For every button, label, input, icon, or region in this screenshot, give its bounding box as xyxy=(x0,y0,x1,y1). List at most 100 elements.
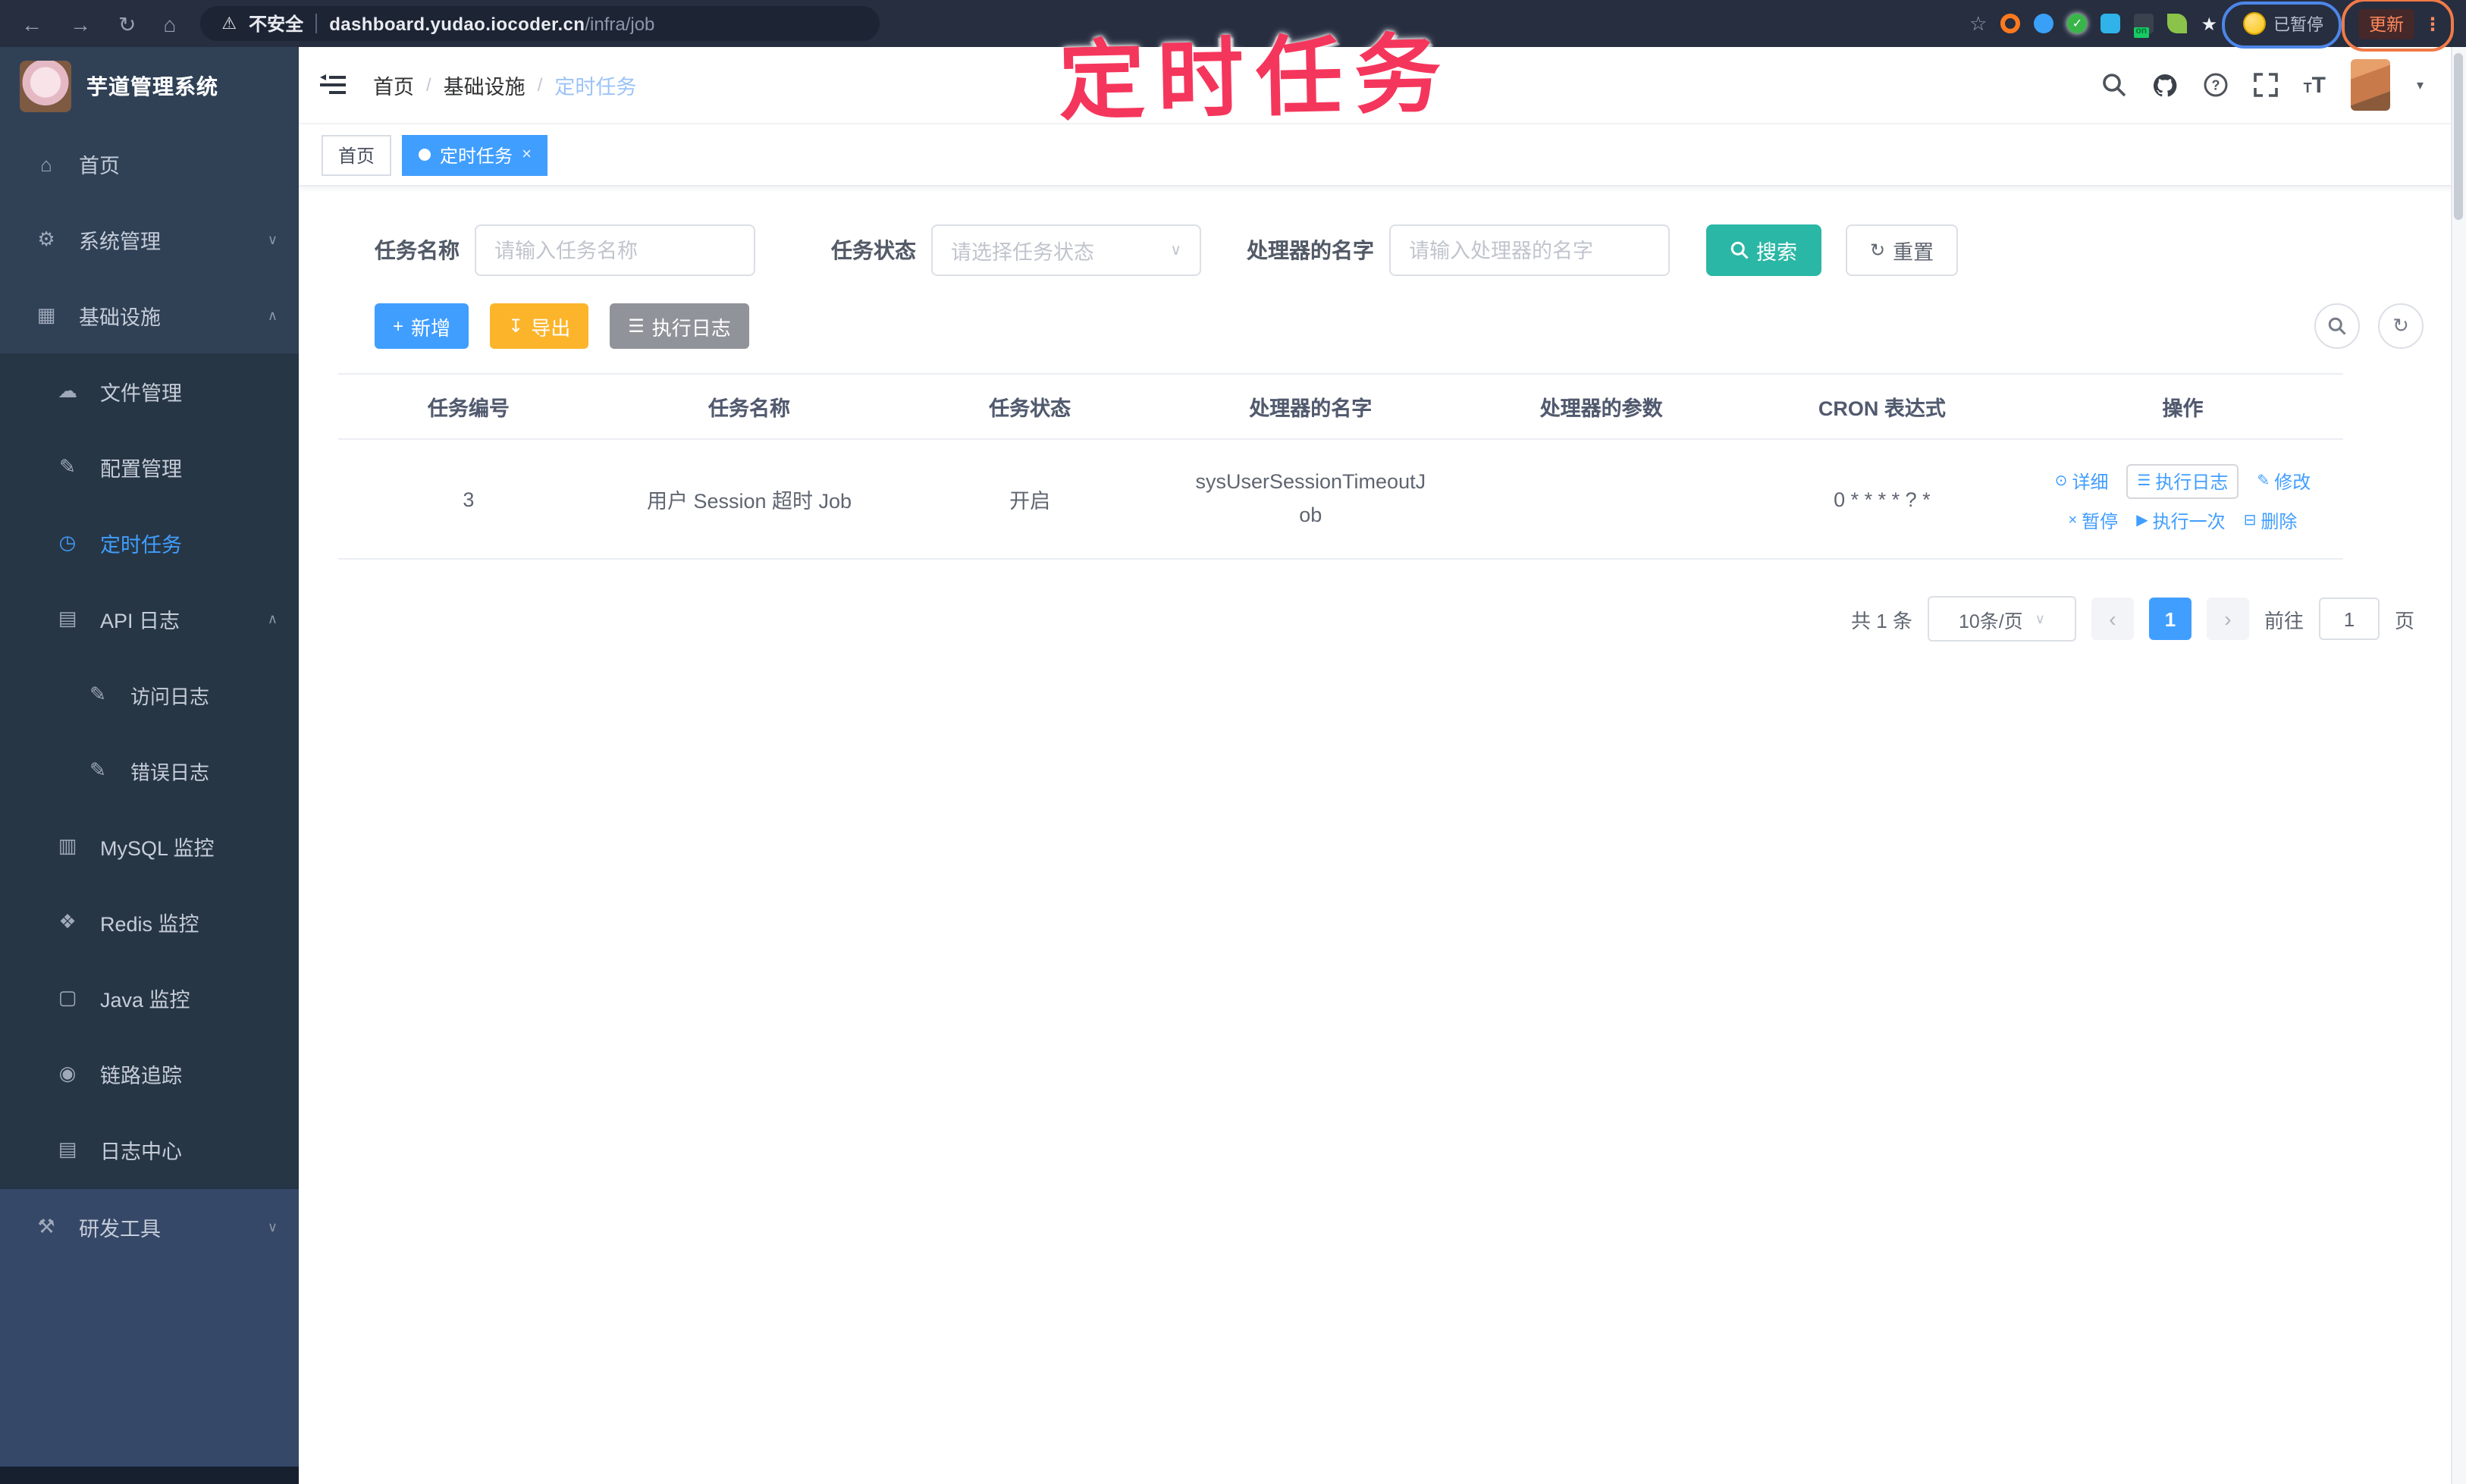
page-scrollbar[interactable] xyxy=(2451,47,2466,1484)
search-icon xyxy=(1730,241,1749,259)
refresh-icon: ↻ xyxy=(2392,314,2409,337)
browser-home-icon[interactable]: ⌂ xyxy=(163,13,176,34)
sidebar-item-dev-tools[interactable]: ⚒ 研发工具 ∨ xyxy=(0,1189,299,1265)
log-icon: ▤ xyxy=(58,1137,77,1160)
next-page-button[interactable]: › xyxy=(2206,598,2249,640)
app-logo-row: 芋道管理系统 xyxy=(0,47,299,126)
row-exec-log-link[interactable]: ☰ 执行日志 xyxy=(2126,464,2239,499)
user-avatar[interactable] xyxy=(2351,59,2391,111)
filter-form: 任务名称 任务状态 请选择任务状态 ∨ 处理器的名字 搜索 ↻ 重置 xyxy=(375,224,2466,276)
cell-handler-param xyxy=(1460,439,1742,560)
add-button[interactable]: + 新增 xyxy=(375,303,469,349)
refresh-table-button[interactable]: ↻ xyxy=(2378,303,2424,349)
tab-home[interactable]: 首页 xyxy=(322,134,392,175)
chevron-up-icon: ∧ xyxy=(267,610,278,626)
extension-icon[interactable] xyxy=(2000,14,2021,33)
breadcrumb-home[interactable]: 首页 xyxy=(373,70,414,100)
security-label: 不安全 xyxy=(249,14,304,35)
sidebar-item-tracing[interactable]: ◉ 链路追踪 xyxy=(0,1036,299,1112)
pencil-icon: ✎ xyxy=(2257,473,2270,490)
sidebar-item-label: MySQL 监控 xyxy=(100,837,215,860)
col-job-name: 任务名称 xyxy=(598,373,900,440)
sidebar-item-redis-monitor[interactable]: ❖ Redis 监控 xyxy=(0,884,299,960)
sidebar-item-scheduled-jobs[interactable]: ◷ 定时任务 xyxy=(0,505,299,581)
breadcrumb-infra[interactable]: 基础设施 xyxy=(444,70,526,100)
handler-name-input[interactable] xyxy=(1389,224,1670,276)
sidebar-item-log-center[interactable]: ▤ 日志中心 xyxy=(0,1112,299,1188)
job-status-select[interactable]: 请选择任务状态 ∨ xyxy=(931,224,1201,276)
download-icon: ↧ xyxy=(508,315,524,337)
sidebar-item-java-monitor[interactable]: ▢ Java 监控 xyxy=(0,960,299,1036)
export-button[interactable]: ↧ 导出 xyxy=(490,303,589,349)
sidebar-item-label: 配置管理 xyxy=(100,458,182,481)
github-icon[interactable] xyxy=(2152,72,2178,98)
exec-log-button[interactable]: ☰ 执行日志 xyxy=(610,303,749,349)
edit-link[interactable]: ✎ 修改 xyxy=(2257,469,2311,494)
browser-reload-icon[interactable]: ↻ xyxy=(118,13,136,34)
browser-back-icon[interactable]: ← xyxy=(21,13,42,34)
browser-update-button[interactable]: 更新 ⋮ xyxy=(2342,0,2454,51)
reset-button[interactable]: ↻ 重置 xyxy=(1846,224,1959,276)
delete-link[interactable]: ⊟ 删除 xyxy=(2244,508,2298,534)
extension-icon[interactable] xyxy=(2100,14,2121,33)
help-icon[interactable]: ? xyxy=(2204,73,2228,97)
browser-menu-icon[interactable]: ⋮ xyxy=(2424,13,2442,34)
scrollbar-thumb[interactable] xyxy=(2454,53,2463,220)
tab-label: 定时任务 xyxy=(440,145,513,166)
sidebar-item-config-manage[interactable]: ✎ 配置管理 xyxy=(0,429,299,505)
current-page-button[interactable]: 1 xyxy=(2148,598,2191,640)
bookmark-star-icon[interactable]: ☆ xyxy=(1969,11,1987,36)
browser-forward-icon[interactable]: → xyxy=(70,13,91,34)
extension-icon[interactable]: on xyxy=(2134,14,2154,38)
job-name-input[interactable] xyxy=(475,224,755,276)
fullscreen-icon[interactable] xyxy=(2253,73,2278,97)
svg-text:?: ? xyxy=(2211,77,2220,93)
goto-label: 前往 xyxy=(2264,609,2304,632)
search-icon[interactable] xyxy=(2102,73,2126,97)
extension-icon[interactable] xyxy=(2034,14,2054,33)
sidebar-item-infra[interactable]: ▦ 基础设施 ∧ xyxy=(0,278,299,353)
select-placeholder: 请选择任务状态 xyxy=(951,241,1094,264)
job-status-label: 任务状态 xyxy=(831,238,916,262)
profile-paused-chip[interactable]: 已暂停 xyxy=(2222,1,2342,48)
address-bar[interactable]: ⚠ 不安全 dashboard.yudao.iocoder.cn/infra/j… xyxy=(200,6,880,41)
goto-page-input[interactable] xyxy=(2318,598,2380,640)
page-size-select[interactable]: 10条/页 ∨ xyxy=(1927,596,2076,642)
sidebar-item-api-log[interactable]: ▤ API 日志 ∧ xyxy=(0,581,299,657)
pause-link[interactable]: × 暂停 xyxy=(2068,508,2118,534)
cell-job-name: 用户 Session 超时 Job xyxy=(598,439,900,560)
sidebar-item-label: 访问日志 xyxy=(130,685,210,707)
log-icon: ✎ xyxy=(89,682,106,705)
close-icon[interactable]: × xyxy=(522,146,532,164)
run-once-link[interactable]: ▶ 执行一次 xyxy=(2136,508,2225,534)
breadcrumb-current: 定时任务 xyxy=(554,76,637,99)
toggle-search-button[interactable] xyxy=(2314,303,2360,349)
extension-icon[interactable]: ★ xyxy=(2201,13,2217,34)
export-button-label: 导出 xyxy=(531,316,571,339)
col-actions: 操作 xyxy=(2022,373,2343,440)
collapse-sidebar-icon[interactable] xyxy=(320,74,346,96)
sidebar-item-mysql-monitor[interactable]: ▥ MySQL 监控 xyxy=(0,808,299,884)
extension-icon[interactable] xyxy=(2167,14,2188,33)
prev-page-button[interactable]: ‹ xyxy=(2091,598,2134,640)
extension-icon[interactable]: ✓ xyxy=(2067,14,2088,33)
sidebar-item-home[interactable]: ⌂ 首页 xyxy=(0,126,299,202)
tab-scheduled-jobs[interactable]: 定时任务 × xyxy=(402,134,548,175)
timer-icon: ◷ xyxy=(58,531,77,554)
sidebar-item-error-log[interactable]: ✎ 错误日志 xyxy=(0,733,299,808)
x-icon: × xyxy=(2068,513,2078,529)
detail-link[interactable]: ⊙ 详细 xyxy=(2055,469,2109,494)
list-icon: ☰ xyxy=(2137,473,2151,490)
cell-job-id: 3 xyxy=(338,439,599,560)
avatar-caret-icon[interactable]: ▾ xyxy=(2417,77,2424,93)
search-button[interactable]: 搜索 xyxy=(1706,224,1821,276)
font-size-icon[interactable]: TT xyxy=(2304,74,2326,96)
eye-icon: ⊙ xyxy=(2054,473,2068,490)
sidebar-item-file-manage[interactable]: ☁ 文件管理 xyxy=(0,353,299,429)
total-count: 共 1 条 xyxy=(1851,609,1912,632)
job-name-label: 任务名称 xyxy=(375,238,460,262)
sidebar-item-system[interactable]: ⚙ 系统管理 ∨ xyxy=(0,202,299,278)
cell-handler-name: sysUserSessionTimeoutJob xyxy=(1160,439,1461,560)
sidebar-item-access-log[interactable]: ✎ 访问日志 xyxy=(0,657,299,733)
chevron-down-icon: ∨ xyxy=(1170,242,1181,259)
